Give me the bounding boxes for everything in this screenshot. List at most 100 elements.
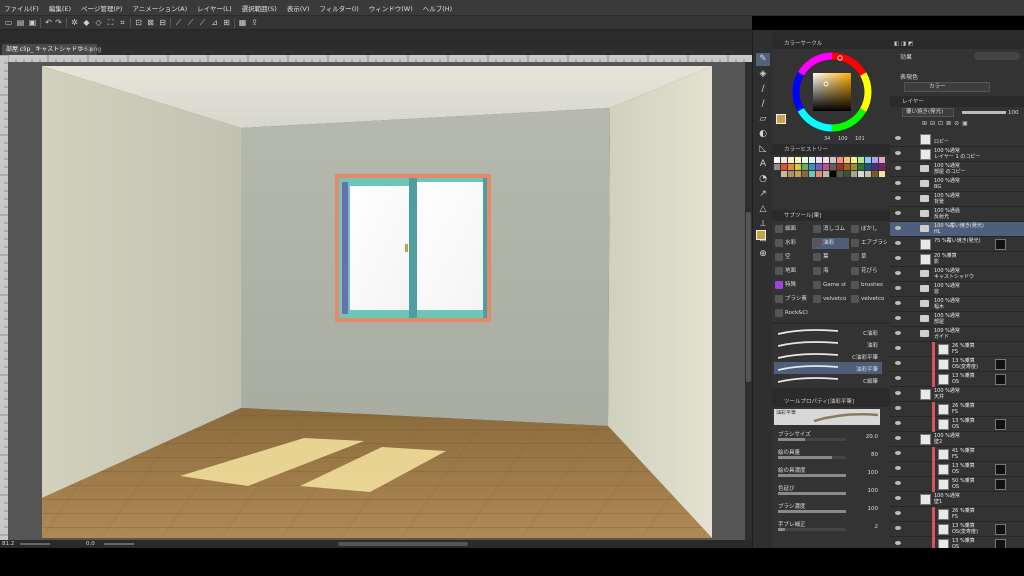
sub-tool-group[interactable]: 細面	[774, 224, 811, 235]
layer-row[interactable]: 100 %覆い焼き(発光) HL	[890, 222, 1024, 237]
color-history-swatch[interactable]	[844, 157, 850, 163]
eye-icon[interactable]	[895, 151, 901, 155]
vertical-scrollbar[interactable]	[745, 62, 752, 540]
fill-icon[interactable]: ◆	[82, 18, 91, 27]
layer-mask-thumbnail[interactable]	[995, 374, 1006, 385]
settings-icon[interactable]: ✲	[70, 18, 79, 27]
tab-second-document[interactable]: 2-6.png	[74, 44, 105, 55]
layer-row[interactable]: 75 %覆い焼き(発光)	[890, 237, 1024, 252]
eye-icon[interactable]	[895, 406, 901, 410]
tool-property-slider[interactable]	[778, 456, 846, 459]
menu-item[interactable]: フィルター(I)	[319, 3, 358, 13]
eye-icon[interactable]	[895, 451, 901, 455]
layer-mask-thumbnail[interactable]	[995, 419, 1006, 430]
eye-icon[interactable]	[895, 136, 901, 140]
color-history-swatch[interactable]	[781, 171, 787, 177]
eye-icon[interactable]	[895, 481, 901, 485]
fill-tool-icon[interactable]: ◈	[756, 68, 770, 81]
tool-property-row[interactable]: 絵の具量 80	[778, 448, 886, 462]
invert-icon[interactable]: ⊟	[158, 18, 167, 27]
tool-property-slider[interactable]	[778, 438, 846, 441]
eye-icon[interactable]	[895, 376, 901, 380]
menu-item[interactable]: ウィンドウ(W)	[369, 3, 413, 13]
layer-row[interactable]: 13 %乗算 OS(変寿度)	[890, 357, 1024, 372]
sub-tool-group[interactable]: 草	[850, 252, 887, 263]
sub-tool-group[interactable]: 空	[774, 252, 811, 263]
eye-icon[interactable]	[895, 181, 901, 185]
layer-row[interactable]: 100 %通過 反射光	[890, 207, 1024, 222]
sub-tool-group[interactable]: ブラシ素	[774, 294, 811, 305]
tool-property-slider[interactable]	[778, 474, 846, 477]
color-history-swatch[interactable]	[816, 157, 822, 163]
color-history-swatch[interactable]	[837, 164, 843, 170]
color-history-swatch[interactable]	[823, 171, 829, 177]
menu-item[interactable]: 表示(V)	[287, 3, 310, 13]
perspective-icon[interactable]: ⊿	[210, 18, 219, 27]
folder-icon[interactable]	[920, 330, 929, 337]
layer-row[interactable]: 26 %乗算 FS	[890, 507, 1024, 522]
layer-row[interactable]: 100 %通常 壁1	[890, 492, 1024, 507]
gradient-tool-icon[interactable]: △	[756, 203, 770, 216]
angle-value[interactable]: 0.0	[86, 540, 95, 548]
folder-icon[interactable]	[920, 165, 929, 172]
new-file-icon[interactable]: ▭	[4, 18, 13, 27]
color-history-swatch[interactable]	[802, 157, 808, 163]
clipboard-icon[interactable]: ▦	[238, 18, 247, 27]
color-history-swatch[interactable]	[781, 164, 787, 170]
menu-item[interactable]: 編集(E)	[49, 3, 71, 13]
tool-property-row[interactable]: 手ブレ補正 2	[778, 520, 886, 534]
eye-icon[interactable]	[895, 211, 901, 215]
eye-icon[interactable]	[895, 421, 901, 425]
folder-icon[interactable]	[920, 210, 929, 217]
eye-icon[interactable]	[895, 541, 901, 545]
menu-item[interactable]: レイヤー(L)	[197, 3, 232, 13]
layer-row[interactable]: 13 %乗算 OS	[890, 462, 1024, 477]
eye-icon[interactable]	[895, 256, 901, 260]
folder-icon[interactable]	[920, 300, 929, 307]
sub-tool-group[interactable]: 特殊	[774, 280, 811, 291]
color-history-swatch[interactable]	[788, 157, 794, 163]
color-history-swatch[interactable]	[795, 171, 801, 177]
share-icon[interactable]: ⇪	[250, 18, 259, 27]
crop-icon[interactable]: ⌗	[118, 18, 127, 27]
eye-icon[interactable]	[895, 301, 901, 305]
blend-mode-select[interactable]: 覆い焼き(発光)	[902, 108, 954, 117]
eye-icon[interactable]	[895, 361, 901, 365]
layer-row[interactable]: 100 %通常 天井	[890, 387, 1024, 402]
folder-icon[interactable]	[920, 285, 929, 292]
layer-row[interactable]: 100 %通常 幅木	[890, 297, 1024, 312]
color-history-swatch[interactable]	[851, 157, 857, 163]
eye-icon[interactable]	[895, 226, 901, 230]
sub-tool-group[interactable]: 花びら	[850, 266, 887, 277]
redo-icon[interactable]: ↷	[54, 18, 63, 27]
color-history-swatch[interactable]	[851, 171, 857, 177]
eye-icon[interactable]	[895, 166, 901, 170]
eye-icon[interactable]	[895, 271, 901, 275]
eye-icon[interactable]	[895, 496, 901, 500]
color-history-swatch[interactable]	[788, 164, 794, 170]
tool-property-row[interactable]: 色延び 100	[778, 484, 886, 498]
folder-icon[interactable]	[920, 315, 929, 322]
layer-mask-thumbnail[interactable]	[995, 359, 1006, 370]
layer-toolbar[interactable]: ⊞⊟⊡⊠⊘▣	[892, 120, 1022, 129]
menu-item[interactable]: ページ管理(P)	[81, 3, 122, 13]
menu-item[interactable]: 選択範囲(S)	[242, 3, 277, 13]
layer-row[interactable]: 100 %通常窓	[890, 282, 1024, 297]
zoom-value[interactable]: 81.2	[2, 540, 14, 548]
color-history-swatch[interactable]	[851, 164, 857, 170]
layer-row[interactable]: 50 %乗算 OS	[890, 477, 1024, 492]
menu-item[interactable]: ファイル(F)	[4, 3, 39, 13]
zoom-slider[interactable]	[20, 543, 50, 545]
value-value[interactable]: 101	[855, 136, 865, 142]
tool-property-value[interactable]: 80	[871, 452, 878, 458]
color-history-swatch[interactable]	[872, 164, 878, 170]
tool-property-slider[interactable]	[778, 510, 846, 513]
color-history-swatch[interactable]	[788, 171, 794, 177]
tool-property-value[interactable]: 100	[868, 506, 879, 512]
hue-value[interactable]: 34	[824, 136, 830, 142]
layer-row[interactable]: 20 %乗算影	[890, 252, 1024, 267]
transform-icon[interactable]: ⊡	[134, 18, 143, 27]
eye-icon[interactable]	[895, 241, 901, 245]
color-history-swatch[interactable]	[879, 164, 885, 170]
layer-row[interactable]: 13 %乗算 OS	[890, 372, 1024, 387]
